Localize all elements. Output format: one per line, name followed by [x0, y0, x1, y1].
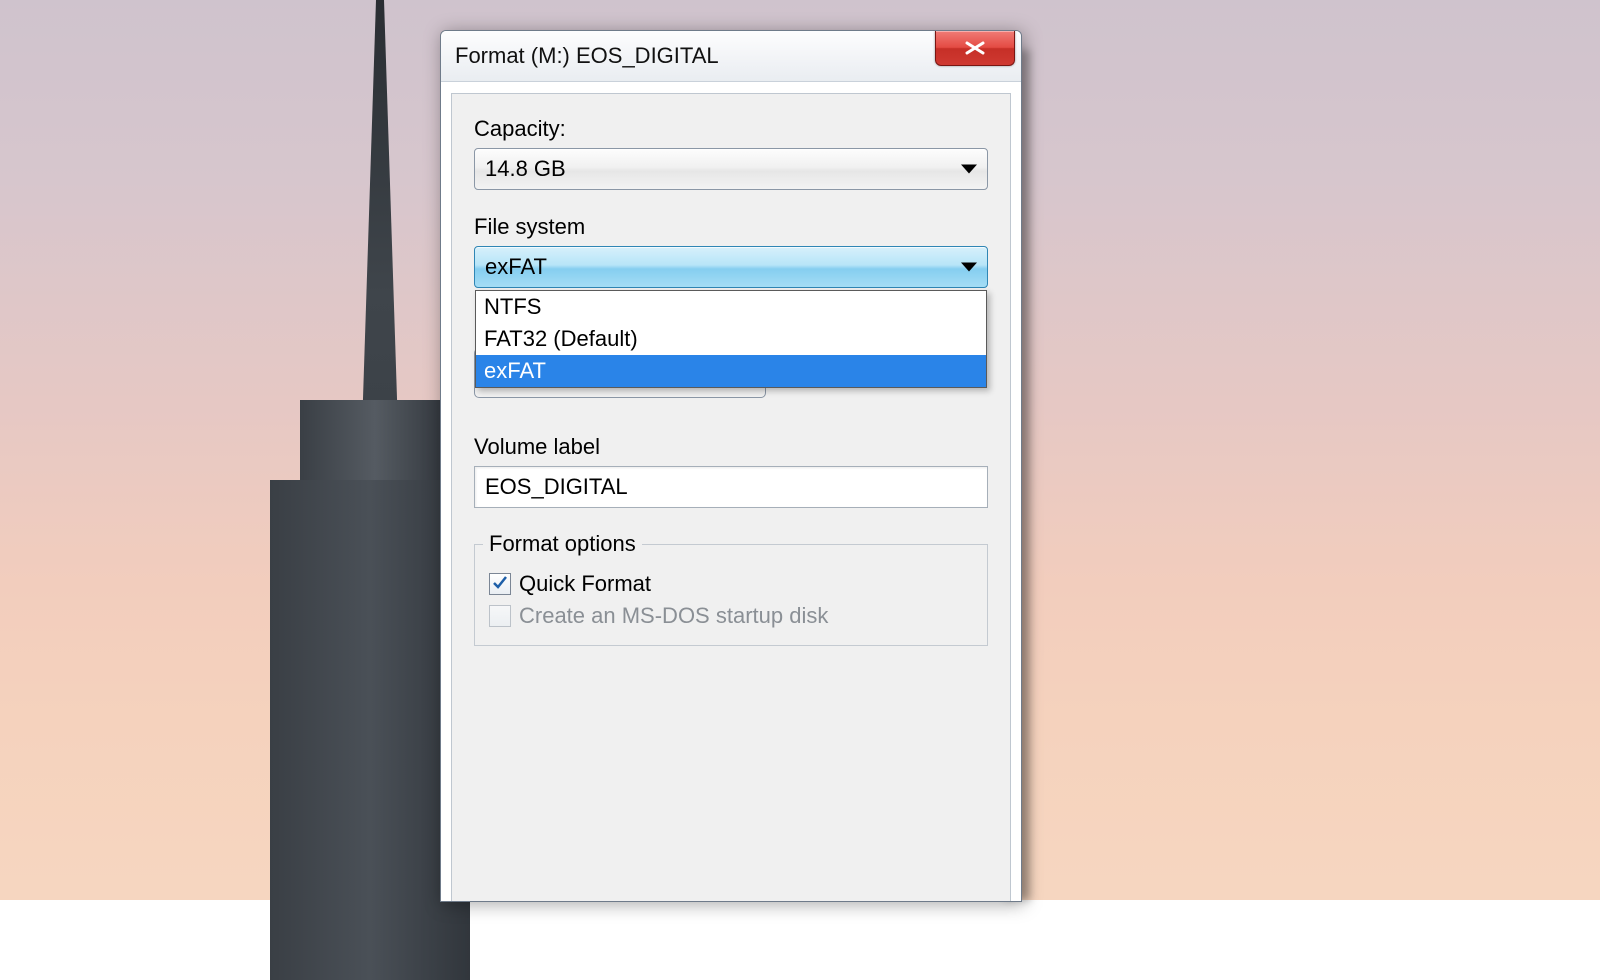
- chevron-down-icon: [961, 263, 977, 272]
- format-dialog: Format (M:) EOS_DIGITAL Capacity: 14.8 G…: [440, 30, 1022, 902]
- dialog-client-area: Capacity: 14.8 GB File system exFAT NTFS…: [451, 93, 1011, 901]
- filesystem-option[interactable]: NTFS: [476, 291, 986, 323]
- quick-format-checkbox[interactable]: [489, 573, 511, 595]
- capacity-dropdown[interactable]: 14.8 GB: [474, 148, 988, 190]
- capacity-label: Capacity:: [474, 116, 988, 142]
- quick-format-row[interactable]: Quick Format: [489, 571, 973, 597]
- titlebar[interactable]: Format (M:) EOS_DIGITAL: [441, 31, 1021, 82]
- filesystem-dropdown[interactable]: exFAT NTFSFAT32 (Default)exFAT: [474, 246, 988, 288]
- format-options-legend: Format options: [483, 531, 642, 557]
- msdos-row: Create an MS-DOS startup disk: [489, 603, 973, 629]
- msdos-checkbox: [489, 605, 511, 627]
- chevron-down-icon: [961, 165, 977, 174]
- filesystem-dropdown-list: NTFSFAT32 (Default)exFAT: [475, 290, 987, 388]
- volume-label-label: Volume label: [474, 434, 988, 460]
- window-title: Format (M:) EOS_DIGITAL: [455, 43, 719, 69]
- close-button[interactable]: [935, 31, 1015, 66]
- volume-label-input[interactable]: [474, 466, 988, 508]
- msdos-label: Create an MS-DOS startup disk: [519, 603, 828, 629]
- filesystem-dropdown-wrap: exFAT NTFSFAT32 (Default)exFAT: [474, 246, 988, 288]
- close-icon: [964, 35, 986, 61]
- filesystem-option[interactable]: FAT32 (Default): [476, 323, 986, 355]
- format-options-group: Format options Quick Format Create an MS…: [474, 544, 988, 646]
- checkmark-icon: [492, 571, 508, 597]
- filesystem-selected-value: exFAT: [485, 254, 547, 280]
- capacity-value: 14.8 GB: [485, 156, 566, 182]
- quick-format-label: Quick Format: [519, 571, 651, 597]
- filesystem-option[interactable]: exFAT: [476, 355, 986, 387]
- filesystem-label: File system: [474, 214, 988, 240]
